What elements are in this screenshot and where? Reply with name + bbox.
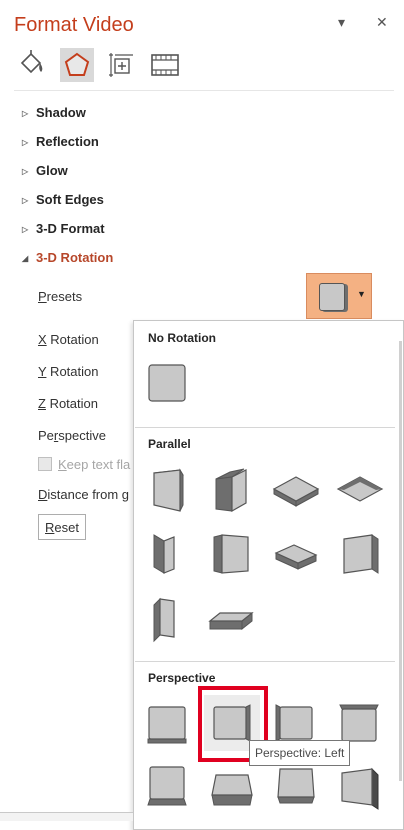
section-shadow[interactable]: ▷ Shadow [22,105,86,125]
preset-perspective-relaxed[interactable] [204,759,260,815]
preset-perspective-contrasting[interactable] [332,759,388,815]
expand-triangle-icon: ▷ [22,167,29,176]
preset-parallel-9[interactable] [140,589,196,645]
preset-parallel-5[interactable] [140,525,196,581]
keep-text-flat-label: Keep text fla [58,457,131,472]
collapse-triangle-icon: ◢ [22,254,29,263]
section-3d-rotation[interactable]: ◢ 3-D Rotation [22,250,113,270]
pentagon-effects-icon [64,52,90,76]
section-soft-edges[interactable]: ▷ Soft Edges [22,192,104,212]
preset-perspective-above[interactable] [140,759,196,815]
pane-options-button[interactable]: ▾ [338,14,345,31]
preset-parallel-8[interactable] [332,525,388,581]
chevron-down-icon: ▼ [357,289,366,299]
preset-perspective-heroic[interactable] [268,759,324,815]
z-rotation-label: Z Rotation [38,396,98,411]
tab-video[interactable] [148,48,182,82]
preset-perspective-contrasting-icon [341,767,379,810]
gallery-separator [135,427,395,428]
parallel-heading: Parallel [148,437,191,451]
perspective-label: Perspective [38,428,106,443]
preset-no-rotation[interactable] [140,355,196,411]
tab-fill-line[interactable] [14,48,48,82]
preset-parallel-8-icon [343,534,379,574]
tab-size-properties[interactable] [104,48,138,82]
keep-text-flat-checkbox[interactable] [38,457,52,471]
gallery-separator [135,661,395,662]
preset-preview-icon [319,283,345,311]
preset-perspective-heroic-icon [277,768,315,804]
preset-parallel-2-icon [215,468,247,513]
preset-parallel-4-icon [336,476,384,502]
preset-parallel-9-icon [153,597,175,643]
preset-parallel-7[interactable] [268,525,324,581]
tab-effects[interactable] [60,48,94,82]
preset-parallel-6[interactable] [204,525,260,581]
close-pane-button[interactable]: ✕ [376,14,388,31]
preset-parallel-2[interactable] [204,461,260,517]
presets-label: Presets [38,289,83,304]
section-reflection[interactable]: ▷ Reflection [22,134,99,154]
x-rotation-label: X Rotation [38,332,99,347]
preset-no-rotation-icon [148,364,186,402]
perspective-heading: Perspective [148,671,216,685]
presets-dropdown-button[interactable]: ▼ [306,273,372,319]
preset-perspective-above-icon [147,766,187,806]
format-tabs [14,46,214,86]
preset-parallel-6-icon [213,534,249,574]
size-properties-icon [109,53,133,77]
gallery-scrollbar[interactable] [399,341,402,781]
preset-parallel-1-icon [153,468,184,512]
section-3d-format[interactable]: ▷ 3-D Format [22,221,105,241]
expand-triangle-icon: ▷ [22,196,29,205]
expand-triangle-icon: ▷ [22,225,29,234]
preset-parallel-3[interactable] [268,461,324,517]
preset-parallel-10-icon [208,611,254,631]
tabs-divider [14,90,394,91]
video-filmstrip-icon [151,54,179,76]
preset-parallel-7-icon [274,544,318,570]
preset-parallel-3-icon [272,476,320,507]
paint-bucket-icon [20,50,43,74]
preset-perspective-front[interactable] [140,695,196,751]
preset-parallel-4[interactable] [332,461,388,517]
pane-title: Format Video [14,14,134,36]
expand-triangle-icon: ▷ [22,109,29,118]
preset-parallel-5-icon [153,534,175,574]
preset-parallel-1[interactable] [140,461,196,517]
reset-button[interactable]: Reset [38,514,86,540]
section-glow[interactable]: ▷ Glow [22,163,68,183]
preset-perspective-front-icon [147,706,187,744]
preset-tooltip: Perspective: Left [249,740,351,766]
no-rotation-heading: No Rotation [148,331,216,345]
preset-perspective-relaxed-icon [211,774,253,806]
preset-parallel-10[interactable] [204,589,260,645]
expand-triangle-icon: ▷ [22,138,29,147]
distance-from-ground-label: Distance from g [38,487,130,502]
y-rotation-label: Y Rotation [38,364,99,379]
